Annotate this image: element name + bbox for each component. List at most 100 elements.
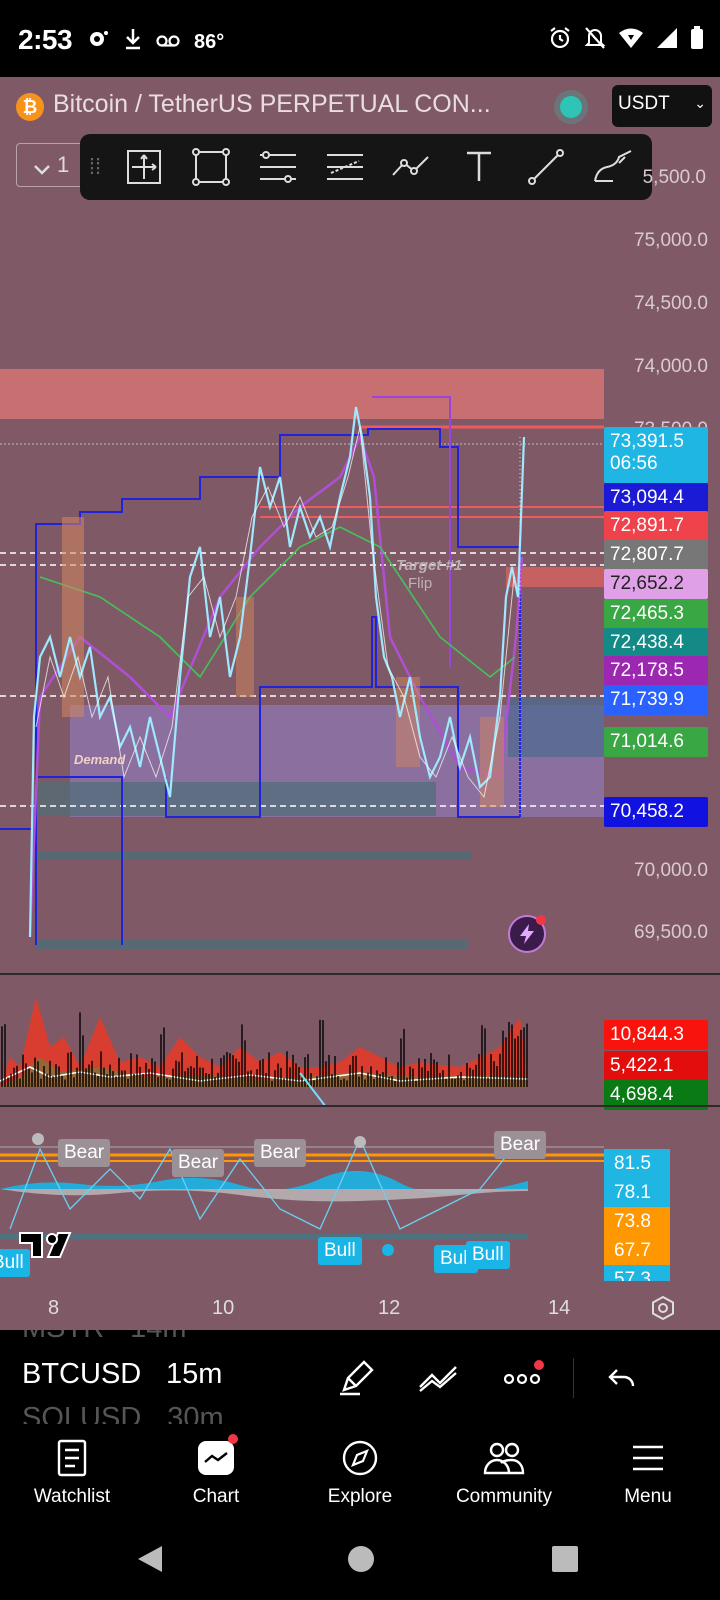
supply-zone [0,369,604,419]
community-icon [482,1438,526,1478]
currency-selector[interactable]: USDT ⌄ [612,85,712,127]
tab-label: Explore [327,1486,393,1507]
fib-retracement-tool-icon[interactable] [244,134,311,200]
price-tag-value: 72,652.2 [610,573,684,594]
text-tool-icon[interactable] [445,134,512,200]
price-axis-label: 74,500.0 [634,293,708,314]
oscillator-value: 81.5 [604,1149,670,1178]
move-tool-icon[interactable] [110,134,177,200]
volume-pane[interactable] [0,977,604,1107]
price-axis-label: 5,500.0 [642,167,706,188]
separator [573,1358,574,1398]
alert-bolt-button[interactable] [508,915,546,953]
drag-handle-icon[interactable]: ⁞⁞ [80,134,110,200]
home-icon[interactable] [348,1546,374,1572]
system-nav-bar [0,1520,720,1600]
price-tag-value: 72,807.7 [610,544,684,565]
price-tag: 72,465.3 [604,599,708,629]
tab-chart[interactable]: Chart [144,1424,288,1520]
price-tag-value: 71,014.6 [610,731,684,752]
time-axis-label: 10 [212,1297,235,1319]
pane-divider[interactable] [0,973,720,975]
recents-icon[interactable] [552,1546,578,1572]
chart-settings-icon[interactable] [650,1295,676,1326]
symbol-title[interactable]: Bitcoin / TetherUS PERPETUAL CON... [53,90,491,119]
trendline-tool-icon[interactable] [512,134,579,200]
more-icon [503,1373,541,1385]
flip-label: Flip [408,575,433,592]
bull-badge: Bull [318,1237,362,1265]
back-icon[interactable] [138,1546,162,1572]
oscillator-value: 67.7 [604,1236,670,1265]
status-left-icons: 86° [88,28,224,56]
compass-icon [338,1438,382,1478]
price-tag: 72,178.5 [604,656,708,686]
undo-button[interactable] [600,1356,644,1400]
watchlist-icon [50,1438,94,1478]
symbol-row[interactable]: SOLUSD 30m [22,1402,247,1424]
chart-area[interactable]: Target #1 Flip Demand ₿ Bitcoin / Tether… [0,77,720,1330]
path-tool-icon[interactable] [378,134,445,200]
quick-symbol-panel: MSTR 14m BTCUSD 15m SOLUSD 30m [0,1330,720,1424]
status-right-icons [548,26,704,55]
drawing-toolbar: ⁞⁞ [80,134,652,200]
price-tag: 72,438.4 [604,628,708,658]
bear-badge: Bear [172,1149,225,1177]
symbol-row[interactable]: BTCUSD 15m [22,1358,246,1391]
status-temperature: 86° [194,30,225,53]
chart-icon [194,1434,238,1478]
lightning-icon [520,924,534,944]
price-tag-value: 72,178.5 [610,660,684,681]
tab-community[interactable]: Community [432,1424,576,1520]
price-axis-label: 69,500.0 [634,922,708,943]
price-tag: 71,014.6 [604,727,708,757]
tradingview-logo-icon [18,1229,78,1266]
brush-tool-icon[interactable] [579,134,646,200]
blue-zone-right [508,697,604,757]
price-tag-value: 73,094.4 [610,487,684,508]
mute-icon [584,26,606,55]
symbol-picker[interactable]: MSTR 14m BTCUSD 15m SOLUSD 30m [22,1330,252,1424]
price-tag: 71,739.9 [604,685,708,715]
price-tag-value: 72,465.3 [610,603,684,624]
more-button[interactable] [500,1356,544,1400]
symbol-row[interactable]: MSTR 14m [22,1330,210,1345]
tab-explore[interactable]: Explore [288,1424,432,1520]
alarm-icon [548,26,572,55]
battery-icon [690,26,704,55]
interval-label: 1 [57,152,70,177]
currency-label: USDT [618,93,670,114]
oscillator-value: 73.8 [604,1207,670,1236]
price-tag: 72,891.7 [604,511,708,541]
tab-label: Community [455,1486,553,1507]
tab-watchlist[interactable]: Watchlist [0,1424,144,1520]
drawing-pen-button[interactable] [334,1356,378,1400]
wifi-icon [618,27,644,54]
price-tag-value: 70,458.2 [610,801,684,822]
bull-badge: Bull [466,1241,510,1269]
target-label: Target #1 [396,557,463,574]
symbol-name: BTCUSD [22,1358,140,1390]
price-axis-label: 70,000.0 [634,860,708,881]
interval-selector[interactable]: 1 [16,143,84,187]
trend-lines-icon [419,1366,457,1392]
menu-icon [626,1438,670,1478]
parallel-channel-tool-icon[interactable] [311,134,378,200]
pane-divider[interactable] [0,1105,720,1107]
price-tag-value: 72,438.4 [610,632,684,653]
demand-label: Demand [74,752,126,767]
rectangle-tool-icon[interactable] [177,134,244,200]
indicator-button[interactable] [416,1356,460,1400]
time-axis-label: 14 [548,1297,571,1319]
tab-menu[interactable]: Menu [576,1424,720,1520]
price-tag-value: 72,891.7 [610,515,684,536]
chevron-down-icon [33,156,51,182]
bear-badge: Bear [254,1139,307,1167]
signal-icon [656,27,678,54]
chevron-down-icon: ⌄ [694,95,706,111]
market-status-icon[interactable] [560,96,582,118]
price-tag: 72,652.2 [604,569,708,599]
status-bar: 2:53 86° [0,0,720,77]
weather-icon [88,29,110,55]
teal-zone-lower [36,852,472,860]
